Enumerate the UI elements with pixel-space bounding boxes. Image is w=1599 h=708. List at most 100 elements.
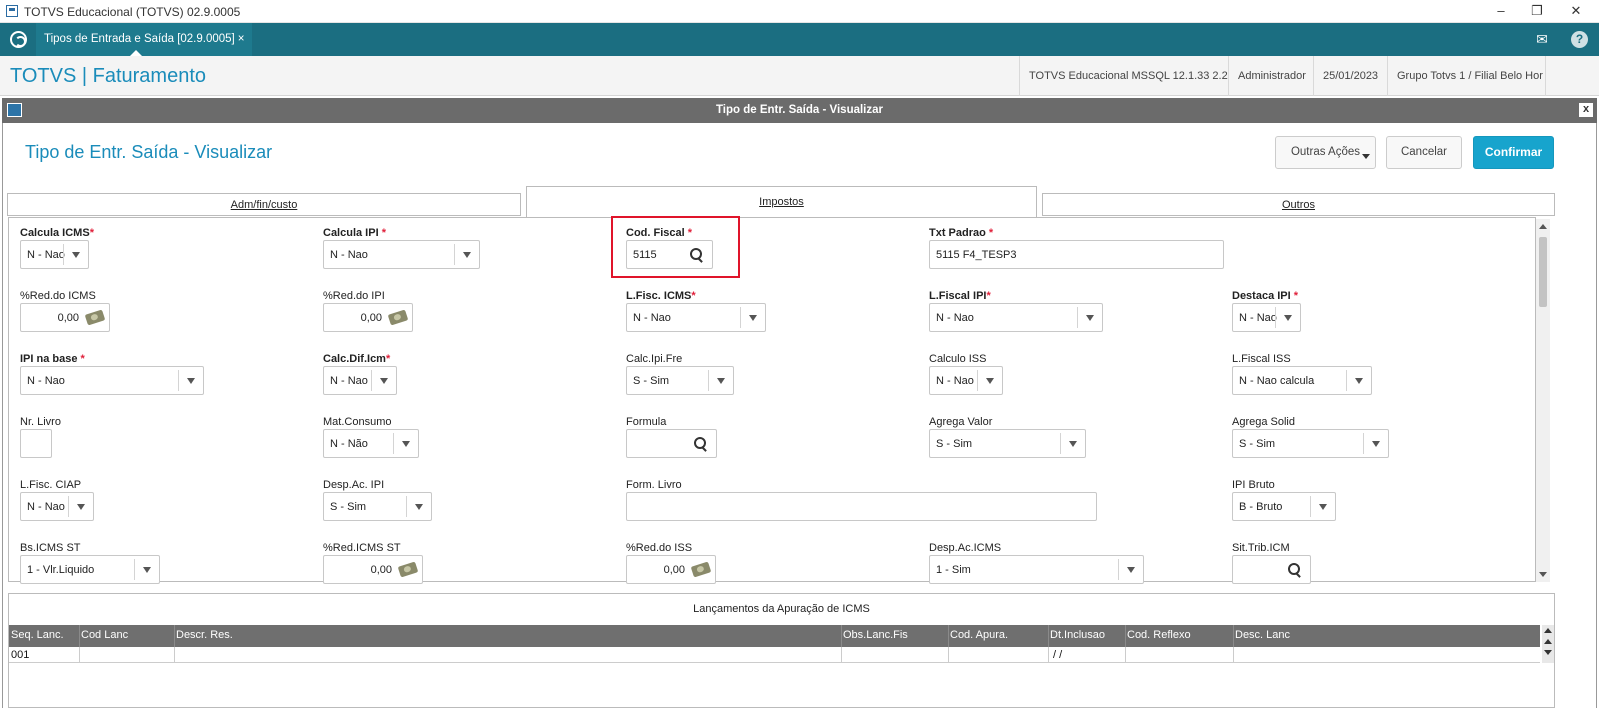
scroll-down-icon[interactable] bbox=[1539, 572, 1547, 577]
calculator-money-icon[interactable] bbox=[690, 561, 712, 578]
chevron-down-icon bbox=[740, 307, 765, 328]
dialog-titlebar: Tipo de Entr. Saída - Visualizar x bbox=[2, 98, 1597, 123]
chevron-down-icon bbox=[1060, 433, 1085, 454]
red-ipi-input[interactable]: 0,00 bbox=[323, 303, 413, 332]
mat-consumo-select[interactable]: N - Não bbox=[323, 429, 419, 458]
scroll-thumb[interactable] bbox=[1539, 237, 1547, 307]
search-icon[interactable] bbox=[694, 437, 708, 451]
dialog-close-button[interactable]: x bbox=[1579, 103, 1593, 117]
desp-ac-ipi-label: Desp.Ac. IPI bbox=[323, 479, 385, 491]
lfiscal-iss-label: L.Fiscal ISS bbox=[1232, 353, 1291, 365]
ipi-bruto-label: IPI Bruto bbox=[1232, 479, 1275, 491]
nr-livro-label: Nr. Livro bbox=[20, 416, 61, 428]
ipi-bruto-select[interactable]: B - Bruto bbox=[1232, 492, 1336, 521]
agrega-solid-select[interactable]: S - Sim bbox=[1232, 429, 1389, 458]
calc-ipi-fre-select[interactable]: S - Sim bbox=[626, 366, 734, 395]
scroll-top-icon[interactable] bbox=[1544, 628, 1552, 633]
impostos-panel bbox=[8, 217, 1536, 582]
agrega-solid-label: Agrega Solid bbox=[1232, 416, 1295, 428]
calc-dif-icm-select[interactable]: N - Nao bbox=[323, 366, 397, 395]
other-actions-label: Outras Ações bbox=[1290, 146, 1361, 158]
tab-tipos-entrada-saida[interactable]: Tipos de Entrada e Saída [02.9.0005] × bbox=[36, 23, 253, 56]
lfisc-ciap-select[interactable]: N - Nao bbox=[20, 492, 94, 521]
calculator-money-icon[interactable] bbox=[387, 309, 409, 326]
tab-outros[interactable]: Outros bbox=[1042, 193, 1555, 216]
desp-ac-ipi-select[interactable]: S - Sim bbox=[323, 492, 432, 521]
panel-scrollbar[interactable] bbox=[1536, 219, 1550, 582]
bs-icms-st-label: Bs.ICMS ST bbox=[20, 542, 81, 554]
col-obs-lanc-fis[interactable]: Obs.Lanc.Fis bbox=[843, 629, 908, 641]
calculator-money-icon[interactable] bbox=[84, 309, 106, 326]
calcula-ipi-label: Calcula IPI * bbox=[323, 227, 386, 239]
module-tabbar: Tipos de Entrada e Saída [02.9.0005] × ✉ … bbox=[0, 23, 1599, 56]
totvs-logo-icon[interactable] bbox=[10, 31, 27, 48]
scroll-down-icon[interactable] bbox=[1544, 650, 1552, 655]
table-row[interactable]: 001 / / bbox=[9, 647, 1540, 663]
chevron-down-icon bbox=[1118, 559, 1143, 580]
scroll-up-icon[interactable] bbox=[1539, 224, 1547, 229]
cancel-button[interactable]: Cancelar bbox=[1386, 136, 1462, 169]
lfiscal-iss-select[interactable]: N - Nao calcula bbox=[1232, 366, 1372, 395]
calculo-iss-label: Calculo ISS bbox=[929, 353, 987, 365]
calc-ipi-fre-label: Calc.Ipi.Fre bbox=[626, 353, 683, 365]
environment-info[interactable]: TOTVS Educacional MSSQL 12.1.33 2.2 bbox=[1019, 56, 1237, 96]
chevron-down-icon bbox=[68, 496, 93, 517]
formula-input[interactable] bbox=[626, 429, 717, 458]
col-desc-lanc[interactable]: Desc. Lanc bbox=[1235, 629, 1290, 641]
scroll-up-icon[interactable] bbox=[1544, 639, 1552, 644]
red-icms-label: %Red.do ICMS bbox=[20, 290, 96, 302]
nr-livro-input[interactable] bbox=[20, 429, 52, 458]
close-window-button[interactable]: ✕ bbox=[1561, 2, 1591, 20]
chevron-down-icon bbox=[1363, 433, 1388, 454]
tab-adm-fin-custo[interactable]: Adm/fin/custo bbox=[7, 193, 521, 216]
grid-title: Lançamentos da Apuração de ICMS bbox=[693, 603, 870, 615]
calculo-iss-select[interactable]: N - Nao bbox=[929, 366, 1003, 395]
col-descr-res[interactable]: Descr. Res. bbox=[176, 629, 233, 641]
user-info[interactable]: Administrador bbox=[1228, 56, 1315, 96]
minimize-button[interactable]: – bbox=[1486, 2, 1516, 20]
col-cod-reflexo[interactable]: Cod. Reflexo bbox=[1127, 629, 1191, 641]
chevron-down-icon bbox=[406, 496, 431, 517]
destaca-ipi-select[interactable]: N - Nao bbox=[1232, 303, 1301, 332]
branch-info[interactable]: Grupo Totvs 1 / Filial Belo Hor bbox=[1387, 56, 1552, 96]
icms-apuracao-grid: Lançamentos da Apuração de ICMS Seq. Lan… bbox=[8, 593, 1555, 708]
red-iss-input[interactable]: 0,00 bbox=[626, 555, 716, 584]
date-info[interactable]: 25/01/2023 bbox=[1313, 56, 1387, 96]
calcula-icms-select[interactable]: N - Nao bbox=[20, 240, 89, 269]
tab-impostos[interactable]: Impostos bbox=[526, 186, 1037, 217]
txt-padrao-input[interactable]: 5115 F4_TESP3 bbox=[929, 240, 1224, 269]
form-livro-input[interactable] bbox=[626, 492, 1097, 521]
red-icms-st-input[interactable]: 0,00 bbox=[323, 555, 423, 584]
chevron-down-icon bbox=[393, 433, 418, 454]
ipi-na-base-select[interactable]: N - Nao bbox=[20, 366, 204, 395]
col-seq-lanc[interactable]: Seq. Lanc. bbox=[11, 629, 64, 641]
sit-trib-icm-input[interactable] bbox=[1232, 555, 1311, 584]
confirm-button[interactable]: Confirmar bbox=[1473, 136, 1554, 169]
chevron-down-icon bbox=[708, 370, 733, 391]
mail-icon[interactable]: ✉ bbox=[1527, 23, 1557, 56]
chevron-down-icon bbox=[454, 244, 479, 265]
lfisc-icms-select[interactable]: N - Nao bbox=[626, 303, 766, 332]
col-dt-inclusao[interactable]: Dt.Inclusao bbox=[1050, 629, 1105, 641]
app-header: TOTVS | Faturamento TOTVS Educacional MS… bbox=[0, 56, 1599, 96]
tab-close-icon[interactable]: × bbox=[238, 33, 245, 45]
calcula-ipi-select[interactable]: N - Nao bbox=[323, 240, 480, 269]
lfiscal-ipi-select[interactable]: N - Nao bbox=[929, 303, 1103, 332]
page-title: Tipo de Entr. Saída - Visualizar bbox=[25, 142, 273, 162]
destaca-ipi-label: Destaca IPI * bbox=[1232, 290, 1299, 302]
grid-scrollbar[interactable] bbox=[1542, 625, 1554, 663]
col-cod-apura[interactable]: Cod. Apura. bbox=[950, 629, 1008, 641]
red-icms-input[interactable]: 0,00 bbox=[20, 303, 110, 332]
agrega-valor-label: Agrega Valor bbox=[929, 416, 993, 428]
search-icon[interactable] bbox=[1288, 563, 1302, 577]
calculator-money-icon[interactable] bbox=[397, 561, 419, 578]
help-icon[interactable]: ? bbox=[1571, 31, 1588, 48]
other-actions-button[interactable]: Outras Ações bbox=[1275, 136, 1376, 169]
restore-button[interactable]: ❐ bbox=[1522, 2, 1552, 20]
col-cod-lanc[interactable]: Cod Lanc bbox=[81, 629, 128, 641]
chevron-down-icon bbox=[1275, 307, 1300, 328]
desp-ac-icms-select[interactable]: 1 - Sim bbox=[929, 555, 1144, 584]
chevron-down-icon bbox=[1310, 496, 1335, 517]
agrega-valor-select[interactable]: S - Sim bbox=[929, 429, 1086, 458]
bs-icms-st-select[interactable]: 1 - Vlr.Liquido bbox=[20, 555, 160, 584]
